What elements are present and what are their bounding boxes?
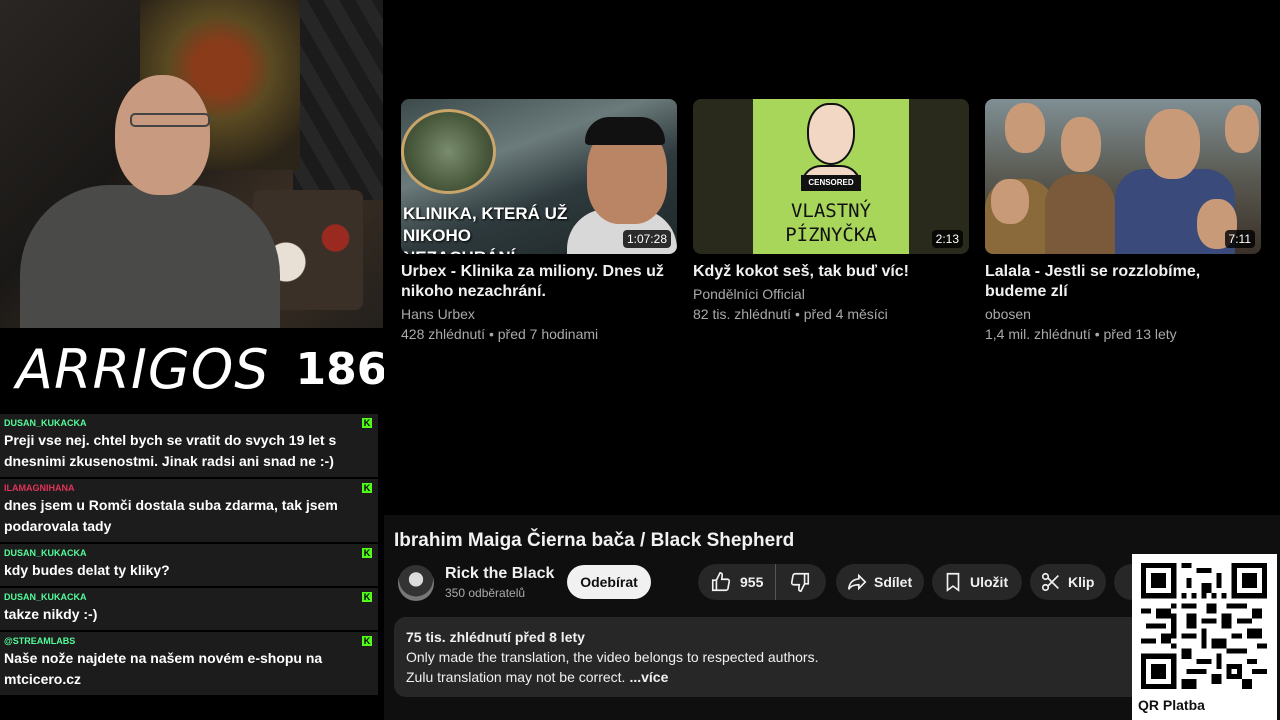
clip-label: Klip: [1068, 574, 1095, 590]
channel-name[interactable]: Rick the Black: [445, 565, 554, 583]
video-player-endscreen[interactable]: KLINIKA, KTERÁ UŽ NIKOHO NEZACHRÁNÍ 1:07…: [384, 0, 1280, 515]
acoustic-panel: [293, 0, 383, 200]
description-line-2: Zulu translation may not be correct. ...v…: [406, 667, 1258, 687]
qr-payment-overlay: QR Platba: [1132, 554, 1277, 720]
thumbnail-figure: [991, 179, 1029, 224]
recommended-video[interactable]: 7:11 Lalala - Jestli se rozzlobíme, bude…: [985, 99, 1261, 344]
chat-username: DUSAN_KUKACKA: [4, 548, 87, 558]
streamer-glasses: [130, 113, 210, 127]
recommended-video[interactable]: KLINIKA, KTERÁ UŽ NIKOHO NEZACHRÁNÍ 1:07…: [401, 99, 677, 344]
qr-code: [1141, 563, 1267, 689]
channel-link[interactable]: Pondělníci Official: [693, 284, 969, 304]
chat-text: takze nikdy :-): [4, 606, 98, 622]
stream-logo-bar: ARRIGOS 186: [0, 328, 387, 410]
thumbnail-figure: [1225, 105, 1259, 153]
thumbs-down-icon: [790, 572, 810, 592]
share-icon: [847, 573, 867, 591]
chat-message: @STREAMLABS Naše nože najdete na našem n…: [0, 632, 378, 697]
thumbnail-figure: [1045, 174, 1115, 254]
chat-message: DUSAN_KUKACKA takze nikdy :-) K: [0, 588, 378, 632]
video-duration: 7:11: [1224, 230, 1255, 248]
qr-label: QR Platba: [1138, 697, 1205, 713]
streamer-shirt: [20, 185, 280, 328]
thumbnail-cap: [585, 117, 665, 145]
chat-panel: DUSAN_KUKACKA Preji vse nej. chtel bych …: [0, 414, 378, 698]
view-stats: 75 tis. zhlédnutí před 8 lety: [406, 629, 585, 645]
kick-icon: K: [362, 636, 372, 646]
like-dislike-group: 955: [698, 564, 826, 600]
chat-text: kdy budes delat ty kliky?: [4, 562, 170, 578]
censor-bar: CENSORED: [801, 175, 861, 191]
stream-counter: 186: [295, 343, 388, 395]
chat-message: DUSAN_KUKACKA Preji vse nej. chtel bych …: [0, 414, 378, 479]
video-title: Ibrahim Maiga Čierna bača / Black Shephe…: [394, 530, 795, 551]
thumbnail-figure: [1145, 109, 1200, 179]
video-thumbnail[interactable]: 7:11: [985, 99, 1261, 254]
subscribe-button[interactable]: Odebírat: [567, 565, 651, 599]
chat-text: Naše nože najdete na našem novém e-shopu…: [4, 650, 323, 687]
kick-icon: K: [362, 548, 372, 558]
video-duration: 2:13: [931, 230, 963, 248]
thumbnail-text: VLASTNÝ PÍZNYČKA: [785, 200, 877, 246]
chat-message: DUSAN_KUKACKA kdy budes delat ty kliky? …: [0, 544, 378, 588]
thumbnail-text: KLINIKA, KTERÁ UŽ NIKOHO NEZACHRÁNÍ: [403, 204, 568, 254]
streamer: [20, 75, 280, 328]
video-title-link[interactable]: Urbex - Klinika za miliony. Dnes už niko…: [401, 262, 677, 302]
like-button[interactable]: 955: [698, 564, 776, 600]
kick-icon: K: [362, 592, 372, 602]
kick-icon: K: [362, 418, 372, 428]
description-line: Only made the translation, the video bel…: [406, 649, 819, 665]
video-meta: 82 tis. zhlédnutí • před 4 měsíci: [693, 306, 888, 322]
share-label: Sdílet: [874, 574, 913, 590]
like-count: 955: [740, 574, 764, 590]
video-duration: 1:07:28: [622, 230, 671, 248]
webcam-feed: [0, 0, 383, 328]
chat-message: ILAMAGNIHANA dnes jsem u Romči dostala s…: [0, 479, 378, 544]
stream-logo: ARRIGOS: [16, 337, 270, 401]
chat-username: DUSAN_KUKACKA: [4, 418, 87, 428]
chat-username: DUSAN_KUKACKA: [4, 592, 87, 602]
video-meta: 428 zhlédnutí • před 7 hodinami: [401, 326, 599, 342]
channel-link[interactable]: obosen: [985, 304, 1261, 324]
recommended-video[interactable]: CENSORED VLASTNÝ PÍZNYČKA 2:13 Když koko…: [693, 99, 969, 324]
streamer-head: [115, 75, 210, 195]
thumbnail-figure: [1061, 117, 1101, 172]
show-more-link[interactable]: ...více: [629, 669, 668, 685]
scissors-icon: [1041, 572, 1059, 592]
video-thumbnail[interactable]: CENSORED VLASTNÝ PÍZNYČKA 2:13: [693, 99, 969, 254]
chat-username: @STREAMLABS: [4, 636, 76, 646]
save-label: Uložit: [970, 574, 1009, 590]
video-title-link[interactable]: Lalala - Jestli se rozzlobíme, budeme zl…: [985, 262, 1261, 302]
kick-icon: K: [362, 483, 372, 493]
chat-text: dnes jsem u Romči dostala suba zdarma, t…: [4, 497, 338, 534]
channel-avatar[interactable]: [398, 565, 434, 601]
channel-link[interactable]: Hans Urbex: [401, 304, 677, 324]
video-meta: 1,4 mil. zhlédnutí • před 13 lety: [985, 326, 1177, 342]
dislike-button[interactable]: [776, 564, 824, 600]
description-text: Zulu translation may not be correct.: [406, 669, 626, 685]
chat-text: Preji vse nej. chtel bych se vratit do s…: [4, 432, 337, 469]
subscriber-count: 350 odběratelů: [445, 586, 526, 600]
thumbnail-cartoon-face: [807, 103, 855, 165]
bookmark-icon: [946, 572, 960, 592]
thumbnail-ruin-image: [401, 109, 496, 194]
share-button[interactable]: Sdílet: [836, 564, 924, 600]
thumbs-up-icon: [711, 572, 731, 592]
clip-button[interactable]: Klip: [1030, 564, 1106, 600]
chat-username: ILAMAGNIHANA: [4, 483, 75, 493]
save-button[interactable]: Uložit: [932, 564, 1022, 600]
thumbnail-figure: [1005, 103, 1045, 153]
video-thumbnail[interactable]: KLINIKA, KTERÁ UŽ NIKOHO NEZACHRÁNÍ 1:07…: [401, 99, 677, 254]
video-title-link[interactable]: Když kokot seš, tak buď víc!: [693, 262, 969, 282]
